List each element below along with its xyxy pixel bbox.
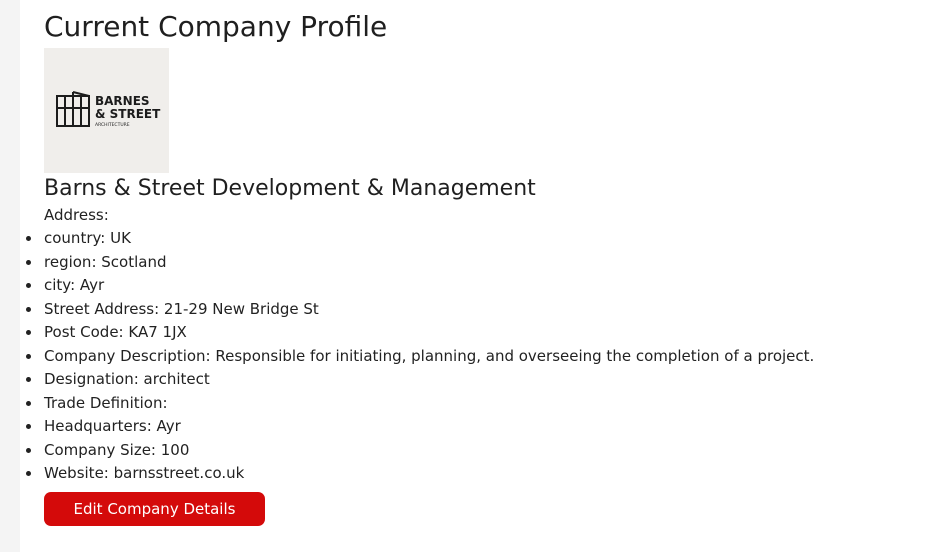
- detail-website: Website: barnsstreet.co.uk: [25, 463, 814, 487]
- logo-text-line1: BARNES: [95, 94, 150, 108]
- company-logo: BARNES & STREET ARCHITECTURE: [44, 48, 169, 173]
- edit-company-details-button[interactable]: Edit Company Details: [44, 492, 265, 526]
- page-title: Current Company Profile: [44, 10, 388, 43]
- company-logo-graphic: BARNES & STREET ARCHITECTURE: [56, 91, 161, 128]
- company-name: Barns & Street Development & Management: [44, 176, 536, 201]
- detail-region: region: Scotland: [25, 252, 814, 276]
- detail-headquarters: Headquarters: Ayr: [25, 416, 814, 440]
- detail-country: country: UK: [25, 228, 814, 252]
- logo-text-line2: & STREET: [95, 107, 161, 121]
- detail-city: city: Ayr: [25, 275, 814, 299]
- detail-trade-definition: Trade Definition:: [25, 393, 814, 417]
- company-details-list: country: UK region: Scotland city: Ayr S…: [25, 228, 814, 487]
- detail-post-code: Post Code: KA7 1JX: [25, 322, 814, 346]
- detail-street-address: Street Address: 21-29 New Bridge St: [25, 299, 814, 323]
- detail-company-size: Company Size: 100: [25, 440, 814, 464]
- detail-company-description: Company Description: Responsible for ini…: [25, 346, 814, 370]
- address-label: Address:: [44, 206, 109, 224]
- page-container: Current Company Profile BARNES & STREET …: [20, 0, 949, 552]
- logo-text-line3: ARCHITECTURE: [95, 122, 130, 128]
- detail-designation: Designation: architect: [25, 369, 814, 393]
